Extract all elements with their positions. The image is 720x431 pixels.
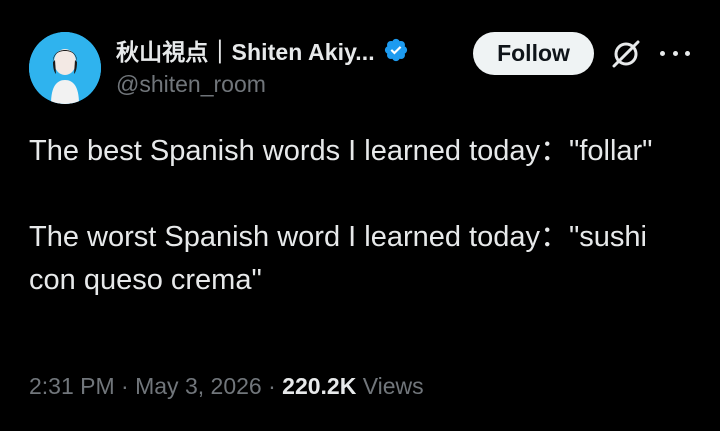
tweet-meta: 2:31 PM · May 3, 2026 · 220.2K Views xyxy=(29,373,424,400)
views-label: Views xyxy=(362,373,424,399)
tweet-time[interactable]: 2:31 PM xyxy=(29,373,115,399)
author-name-row[interactable]: 秋山視点｜Shiten Akiy... xyxy=(116,33,409,67)
display-name[interactable]: 秋山視点｜Shiten Akiy... xyxy=(116,33,375,67)
grok-icon[interactable] xyxy=(610,38,642,70)
verified-badge-icon[interactable] xyxy=(383,37,409,63)
views-count: 220.2K xyxy=(282,373,357,399)
more-options-icon[interactable] xyxy=(660,40,690,66)
tweet-text: The best Spanish words I learned today："… xyxy=(29,130,699,302)
avatar[interactable] xyxy=(29,32,101,104)
dot xyxy=(685,50,690,56)
tweet-paragraph: The worst Spanish word I learned today："… xyxy=(29,221,647,296)
author-handle[interactable]: @shiten_room xyxy=(116,71,266,98)
meta-separator: · xyxy=(261,373,283,399)
tweet-paragraph: The best Spanish words I learned today："… xyxy=(29,135,653,167)
dot xyxy=(660,50,665,56)
dot xyxy=(672,50,678,56)
tweet-date[interactable]: May 3, 2026 xyxy=(135,373,262,399)
meta-separator: · xyxy=(114,373,136,399)
follow-button[interactable]: Follow xyxy=(473,32,594,75)
